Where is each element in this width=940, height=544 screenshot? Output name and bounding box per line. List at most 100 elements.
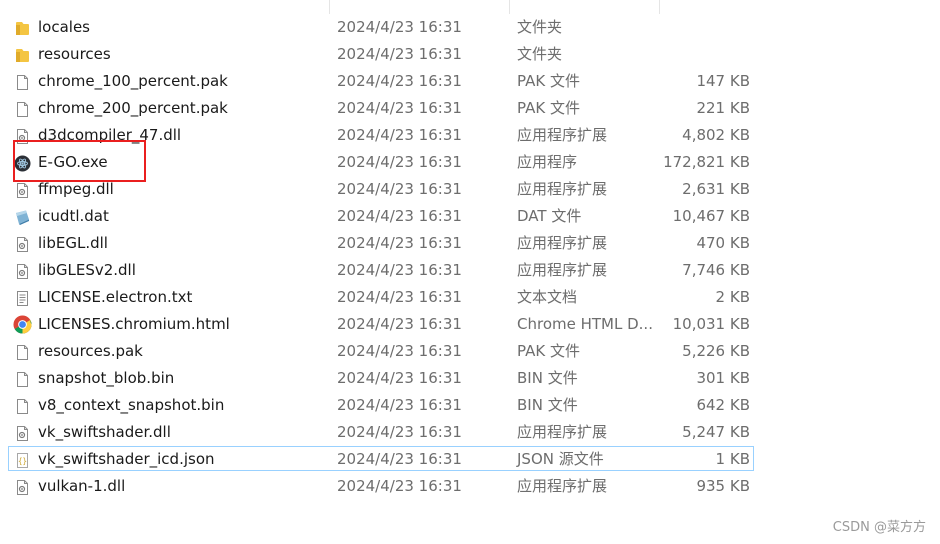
file-size: 10,467 KB <box>672 207 750 225</box>
modified-date: 2024/4/23 16:31 <box>337 369 462 387</box>
file-type: DAT 文件 <box>517 207 582 225</box>
file-name: v8_context_snapshot.bin <box>38 396 225 414</box>
file-type: JSON 源文件 <box>517 450 604 468</box>
file-size: 4,802 KB <box>682 126 750 144</box>
file-name: locales <box>38 18 90 36</box>
file-row[interactable]: v8_context_snapshot.bin 2024/4/23 16:31 BI… <box>0 392 940 419</box>
file-size: 5,226 KB <box>682 342 750 360</box>
dll-icon <box>14 262 31 279</box>
file-row[interactable]: locales 2024/4/23 16:31 文件夹 <box>0 14 940 41</box>
modified-date: 2024/4/23 16:31 <box>337 396 462 414</box>
file-row[interactable]: chrome_200_percent.pak 2024/4/23 16:31 PAK… <box>0 95 940 122</box>
file-size: 5,247 KB <box>682 423 750 441</box>
modified-date: 2024/4/23 16:31 <box>337 315 462 333</box>
modified-date: 2024/4/23 16:31 <box>337 180 462 198</box>
folder-icon <box>14 19 31 36</box>
file-icon <box>14 73 31 90</box>
dat-icon <box>14 208 31 225</box>
file-name: chrome_100_percent.pak <box>38 72 228 90</box>
file-row[interactable]: libEGL.dll 2024/4/23 16:31 应用程序扩展 470 KB <box>0 230 940 257</box>
file-type: Chrome HTML D... <box>517 315 653 333</box>
file-size: 10,031 KB <box>672 315 750 333</box>
file-type: 应用程序扩展 <box>517 234 608 252</box>
file-icon <box>14 397 31 414</box>
chrome-icon <box>13 315 32 334</box>
file-name: vk_swiftshader_icd.json <box>38 450 215 468</box>
file-icon <box>14 100 31 117</box>
dll-icon <box>14 424 31 441</box>
file-name: vk_swiftshader.dll <box>38 423 171 441</box>
file-name: snapshot_blob.bin <box>38 369 175 387</box>
file-row[interactable]: vk_swiftshader.dll 2024/4/23 16:31 应用程序扩展 5… <box>0 419 940 446</box>
modified-date: 2024/4/23 16:31 <box>337 153 462 171</box>
file-list: locales 2024/4/23 16:31 文件夹 resources 2024/4… <box>0 14 940 500</box>
file-row[interactable]: LICENSE.electron.txt 2024/4/23 16:31 文本文档 2… <box>0 284 940 311</box>
file-type: 应用程序扩展 <box>517 423 608 441</box>
modified-date: 2024/4/23 16:31 <box>337 342 462 360</box>
modified-date: 2024/4/23 16:31 <box>337 45 462 63</box>
file-icon <box>14 370 31 387</box>
file-row[interactable]: resources 2024/4/23 16:31 文件夹 <box>0 41 940 68</box>
file-name: LICENSE.electron.txt <box>38 288 193 306</box>
modified-date: 2024/4/23 16:31 <box>337 99 462 117</box>
file-type: 文本文档 <box>517 288 578 306</box>
dll-icon <box>14 478 31 495</box>
file-type: PAK 文件 <box>517 342 580 360</box>
file-row[interactable]: resources.pak 2024/4/23 16:31 PAK 文件 5,226 … <box>0 338 940 365</box>
file-size: 221 KB <box>696 99 750 117</box>
file-size: 172,821 KB <box>663 153 750 171</box>
file-row[interactable]: libGLESv2.dll 2024/4/23 16:31 应用程序扩展 7,746 … <box>0 257 940 284</box>
file-type: PAK 文件 <box>517 99 580 117</box>
file-size: 1 KB <box>715 450 750 468</box>
file-size: 301 KB <box>696 369 750 387</box>
modified-date: 2024/4/23 16:31 <box>337 450 462 468</box>
file-type: 应用程序扩展 <box>517 180 608 198</box>
annotation-highlight-box <box>13 140 146 182</box>
modified-date: 2024/4/23 16:31 <box>337 423 462 441</box>
column-divider[interactable] <box>329 0 330 14</box>
file-row[interactable]: chrome_100_percent.pak 2024/4/23 16:31 PAK… <box>0 68 940 95</box>
modified-date: 2024/4/23 16:31 <box>337 18 462 36</box>
file-size: 147 KB <box>696 72 750 90</box>
modified-date: 2024/4/23 16:31 <box>337 72 462 90</box>
modified-date: 2024/4/23 16:31 <box>337 207 462 225</box>
file-name: icudtl.dat <box>38 207 109 225</box>
file-size: 7,746 KB <box>682 261 750 279</box>
json-icon: {} <box>14 451 31 468</box>
watermark: CSDN @菜方方 <box>832 520 926 535</box>
file-icon <box>14 343 31 360</box>
file-type: 应用程序扩展 <box>517 126 608 144</box>
file-name: libEGL.dll <box>38 234 108 252</box>
file-name: resources <box>38 45 111 63</box>
modified-date: 2024/4/23 16:31 <box>337 234 462 252</box>
file-type: 应用程序扩展 <box>517 261 608 279</box>
file-row[interactable]: vulkan-1.dll 2024/4/23 16:31 应用程序扩展 935 KB <box>0 473 940 500</box>
file-name: resources.pak <box>38 342 143 360</box>
file-type: BIN 文件 <box>517 369 578 387</box>
modified-date: 2024/4/23 16:31 <box>337 261 462 279</box>
column-divider[interactable] <box>509 0 510 14</box>
file-name: vulkan-1.dll <box>38 477 126 495</box>
file-type: 应用程序扩展 <box>517 477 608 495</box>
dll-icon <box>14 181 31 198</box>
file-type: PAK 文件 <box>517 72 580 90</box>
file-size: 935 KB <box>696 477 750 495</box>
file-size: 642 KB <box>696 396 750 414</box>
file-row[interactable]: {} vk_swiftshader_icd.json 2024/4/23 16:31… <box>0 446 940 473</box>
column-divider[interactable] <box>659 0 660 14</box>
file-type: 应用程序 <box>517 153 578 171</box>
file-size: 2 KB <box>715 288 750 306</box>
svg-text:{}: {} <box>18 457 27 466</box>
file-name: libGLESv2.dll <box>38 261 136 279</box>
file-row[interactable]: LICENSES.chromium.html 2024/4/23 16:31 Chr… <box>0 311 940 338</box>
file-size: 2,631 KB <box>682 180 750 198</box>
file-size: 470 KB <box>696 234 750 252</box>
file-row[interactable]: snapshot_blob.bin 2024/4/23 16:31 BIN 文件 30… <box>0 365 940 392</box>
modified-date: 2024/4/23 16:31 <box>337 288 462 306</box>
file-type: 文件夹 <box>517 45 563 63</box>
dll-icon <box>14 235 31 252</box>
folder-icon <box>14 46 31 63</box>
file-row[interactable]: icudtl.dat 2024/4/23 16:31 DAT 文件 10,467 KB <box>0 203 940 230</box>
modified-date: 2024/4/23 16:31 <box>337 477 462 495</box>
text-file-icon <box>14 289 31 306</box>
